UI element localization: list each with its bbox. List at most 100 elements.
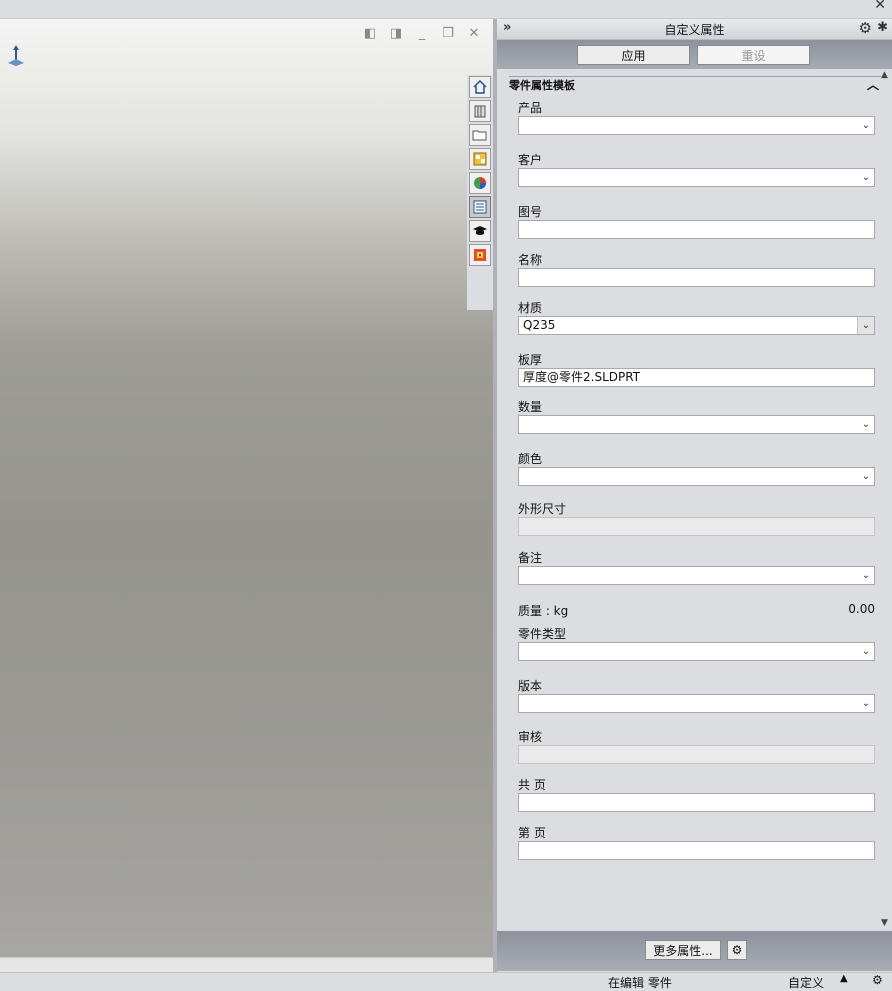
settings-icon[interactable]: ⚙ [727,940,747,960]
top-bar: ✕ [0,0,892,19]
chevron-down-icon[interactable]: ⌄ [858,695,874,712]
apply-button[interactable]: 应用 [577,45,690,65]
property-field: 数量 ⌄ [518,399,875,434]
tile-right-icon[interactable]: ◨ [388,27,404,41]
collapse-group-icon[interactable]: ︿ [867,78,879,92]
property-field: 材质 Q235 ⌄ [518,300,875,335]
mass-value: 0.00 [848,602,875,616]
property-field: 颜色 ⌄ [518,451,875,486]
custom-properties-panel: » 自定义属性 ⚙ ✱ 应用 重设 ▲ ▼ 零件属性模板 ︿ 产品 ⌄ 客户 ⌄ 图号名… [497,19,892,972]
field-label: 外形尺寸 [518,502,567,516]
property-field: 客户 ⌄ [518,152,875,187]
chevron-down-icon[interactable]: ⌄ [858,567,874,584]
property-field: 零件类型 ⌄ [518,626,875,661]
field-label: 板厚 [518,353,543,367]
design-library-icon[interactable] [469,100,491,122]
field-label: 第 页 [518,826,546,840]
file-explorer-icon[interactable] [469,124,491,146]
field-input[interactable] [518,268,875,287]
status-bar: 在编辑 零件 自定义 ▲ ⚙ [0,972,892,991]
action-bar: 应用 重设 [497,40,892,69]
property-template-group: 零件属性模板 ︿ [509,76,881,93]
mass-row: 质量 : kg 0.00 [518,602,875,619]
graphics-viewport[interactable]: ◧ ◨ _ ❐ ✕ [0,19,493,957]
panel-title: 自定义属性 [664,23,725,37]
home-icon[interactable] [469,76,491,98]
task-pane-tabs [467,75,493,310]
field-label: 数量 [518,400,543,414]
field-dropdown[interactable]: ⌄ [518,642,875,661]
property-field: 图号 [518,204,875,239]
field-input [518,745,875,764]
scroll-down-icon[interactable]: ▼ [881,918,888,928]
property-field: 审核 [518,729,875,764]
field-label: 产品 [518,101,543,115]
appearances-icon[interactable] [469,172,491,194]
field-label: 图号 [518,205,543,219]
reset-button[interactable]: 重设 [697,45,810,65]
field-label: 颜色 [518,452,543,466]
chevron-down-icon[interactable]: ⌄ [858,643,874,660]
field-dropdown[interactable]: ⌄ [518,116,875,135]
chevron-down-icon[interactable]: ⌄ [857,317,874,334]
field-label: 审核 [518,730,543,744]
field-dropdown[interactable]: ⌄ [518,694,875,713]
view-palette-icon[interactable] [469,148,491,170]
field-label: 材质 [518,301,543,315]
status-options-icon[interactable]: ⚙ [872,973,883,987]
chevron-down-icon[interactable]: ⌄ [858,468,874,485]
close-icon[interactable]: ✕ [874,0,886,13]
property-field: 板厚厚度@零件2.SLDPRT [518,352,875,387]
field-dropdown[interactable]: ⌄ [518,415,875,434]
viewport-window-controls: ◧ ◨ _ ❐ ✕ [362,27,482,41]
property-field: 第 页 [518,825,875,860]
property-field: 备注 ⌄ [518,550,875,585]
more-properties-button[interactable]: 更多属性... [645,940,721,960]
field-value: 厚度@零件2.SLDPRT [523,370,641,384]
horizontal-scrollbar[interactable] [0,957,493,972]
group-title: 零件属性模板 ︿ [509,76,881,93]
field-label: 零件类型 [518,627,567,641]
tile-left-icon[interactable]: ◧ [362,27,378,41]
chevron-down-icon[interactable]: ⌄ [858,117,874,134]
close-viewport-icon[interactable]: ✕ [466,27,482,41]
field-label: 客户 [518,153,543,167]
field-dropdown[interactable]: Q235 ⌄ [518,316,875,335]
chevron-down-icon[interactable]: ⌄ [858,169,874,186]
bottom-bar: 更多属性... ⚙ [497,931,892,971]
scroll-up-icon[interactable]: ▲ [881,70,888,80]
property-field: 产品 ⌄ [518,100,875,135]
field-input[interactable]: 厚度@零件2.SLDPRT [518,368,875,387]
gear-icon[interactable]: ⚙ [859,19,872,37]
property-field: 版本 ⌄ [518,678,875,713]
field-dropdown[interactable]: ⌄ [518,566,875,585]
field-input [518,517,875,536]
pin-icon[interactable]: ✱ [877,20,888,35]
solidworks-forum-icon[interactable] [469,244,491,266]
minimize-icon[interactable]: _ [414,27,430,41]
field-value: Q235 [523,318,556,332]
mass-label: 质量 : kg [518,604,569,618]
field-input[interactable] [518,841,875,860]
property-field: 共 页 [518,777,875,812]
panel-header: » 自定义属性 ⚙ ✱ [497,19,892,40]
property-field: 名称 [518,252,875,287]
field-input[interactable] [518,220,875,239]
mortarboard-icon[interactable] [469,220,491,242]
vertical-scrollbar[interactable]: ▲ ▼ [880,69,892,929]
status-mode: 在编辑 零件 [608,976,672,990]
custom-properties-icon[interactable] [469,196,491,218]
field-label: 备注 [518,551,543,565]
field-input[interactable] [518,793,875,812]
property-field: 外形尺寸 [518,501,875,536]
field-label: 名称 [518,253,543,267]
chevron-up-icon[interactable]: ▲ [840,973,848,984]
field-label: 版本 [518,679,543,693]
field-dropdown[interactable]: ⌄ [518,168,875,187]
group-title-label: 零件属性模板 [509,79,575,92]
field-dropdown[interactable]: ⌄ [518,467,875,486]
chevron-down-icon[interactable]: ⌄ [858,416,874,433]
restore-icon[interactable]: ❐ [440,27,456,41]
field-label: 共 页 [518,778,546,792]
status-custom[interactable]: 自定义 [788,974,824,991]
